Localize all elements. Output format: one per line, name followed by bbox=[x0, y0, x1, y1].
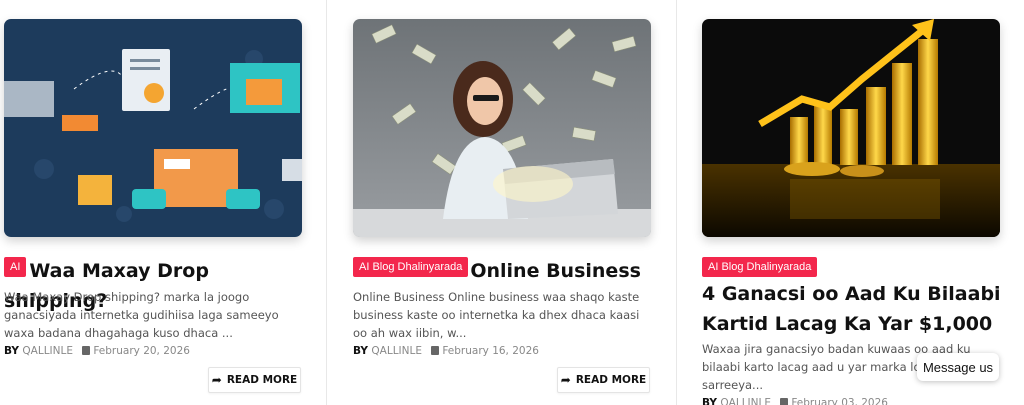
author-link[interactable]: QALLINLE bbox=[22, 345, 73, 357]
post-title-row: AI Blog Dhalinyarada bbox=[702, 256, 1002, 277]
post-thumbnail-drop-shipping[interactable] bbox=[4, 19, 302, 237]
post-title-line: 4 Ganacsi oo Aad Ku Bilaabi bbox=[702, 283, 1001, 305]
calendar-icon bbox=[431, 346, 440, 355]
post-title[interactable]: 4 Ganacsi oo Aad Ku Bilaabi Kartid Lacag… bbox=[702, 279, 1002, 339]
woman-laptop-money-photo bbox=[353, 19, 651, 237]
by-label: BY bbox=[4, 345, 20, 357]
calendar-icon bbox=[82, 346, 91, 355]
post-meta: BY QALLINLE February 20, 2026 bbox=[4, 345, 190, 357]
post-meta: BY QALLINLE February 16, 2026 bbox=[353, 345, 539, 357]
column-divider bbox=[326, 0, 327, 405]
post-card: AI Blog Dhalinyarada Online Business Onli… bbox=[353, 0, 653, 405]
author-link[interactable]: QALLINLE bbox=[371, 345, 422, 357]
category-badge[interactable]: AI bbox=[4, 257, 27, 277]
post-thumbnail-online-business[interactable] bbox=[353, 19, 651, 237]
post-date: February 16, 2026 bbox=[442, 345, 539, 357]
by-label: BY bbox=[353, 345, 369, 357]
post-title-row: AI Blog Dhalinyarada Online Business bbox=[353, 256, 653, 286]
category-badge[interactable]: AI Blog Dhalinyarada bbox=[353, 257, 469, 277]
author-link[interactable]: QALLINLE bbox=[720, 397, 771, 405]
post-excerpt: Online Business Online business waa shaq… bbox=[353, 290, 640, 340]
drop-shipping-illustration bbox=[4, 19, 302, 237]
post-excerpt: Waa Maxay Drop shipping? marka la joogo … bbox=[4, 290, 279, 340]
post-card: AI Waa Maxay Drop shipping? Waa Maxay Dro… bbox=[4, 0, 304, 405]
category-badge[interactable]: AI Blog Dhalinyarada bbox=[702, 257, 818, 277]
post-meta: BY QALLINLE February 03, 2026 bbox=[702, 397, 888, 405]
post-card: AI Blog Dhalinyarada 4 Ganacsi oo Aad Ku… bbox=[702, 0, 1002, 405]
post-thumbnail-gold-chart[interactable] bbox=[702, 19, 1000, 237]
read-more-label: READ MORE bbox=[575, 374, 647, 386]
gold-growth-chart-photo bbox=[702, 19, 1000, 237]
read-more-button[interactable]: ➦ READ MORE bbox=[557, 367, 650, 393]
by-label: BY bbox=[702, 397, 718, 405]
post-date: February 03, 2026 bbox=[791, 397, 888, 405]
column-divider bbox=[676, 0, 677, 405]
post-title-line: Kartid Lacag Ka Yar $1,000 bbox=[702, 313, 993, 335]
post-title[interactable]: Online Business bbox=[470, 260, 641, 282]
share-arrow-icon: ➦ bbox=[211, 373, 222, 387]
read-more-button[interactable]: ➦ READ MORE bbox=[208, 367, 301, 393]
message-us-label: Message us bbox=[922, 359, 994, 375]
share-arrow-icon: ➦ bbox=[560, 373, 571, 387]
calendar-icon bbox=[780, 398, 789, 405]
read-more-label: READ MORE bbox=[226, 374, 298, 386]
post-date: February 20, 2026 bbox=[93, 345, 190, 357]
message-us-chat-bubble[interactable]: Message us bbox=[917, 353, 999, 381]
